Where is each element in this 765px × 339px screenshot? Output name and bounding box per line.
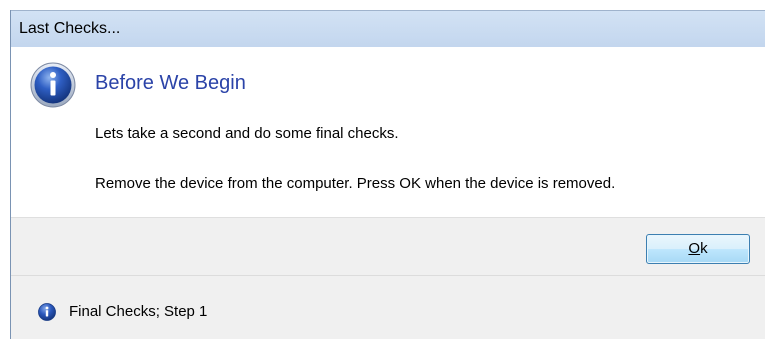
window-title: Last Checks... [19, 20, 121, 37]
instruction-line-2: Remove the device from the computer. Pre… [95, 175, 616, 192]
ok-label-rest: k [700, 240, 708, 257]
ok-mnemonic: O [688, 240, 701, 257]
footer-status-text: Final Checks; Step 1 [69, 303, 208, 320]
ok-button[interactable]: Ok [646, 234, 750, 264]
title-bar[interactable]: Last Checks... [11, 10, 765, 47]
button-bar: Ok [11, 218, 765, 275]
info-icon [38, 303, 56, 321]
content-panel: Before We Begin Lets take a second and d… [11, 47, 765, 217]
dialog-window: Last Checks... Before We Begin Lets take… [0, 0, 765, 339]
footer-bar: Final Checks; Step 1 [11, 276, 765, 339]
dialog-heading: Before We Begin [95, 72, 246, 94]
instruction-line-1: Lets take a second and do some final che… [95, 125, 399, 142]
info-icon [30, 62, 76, 108]
